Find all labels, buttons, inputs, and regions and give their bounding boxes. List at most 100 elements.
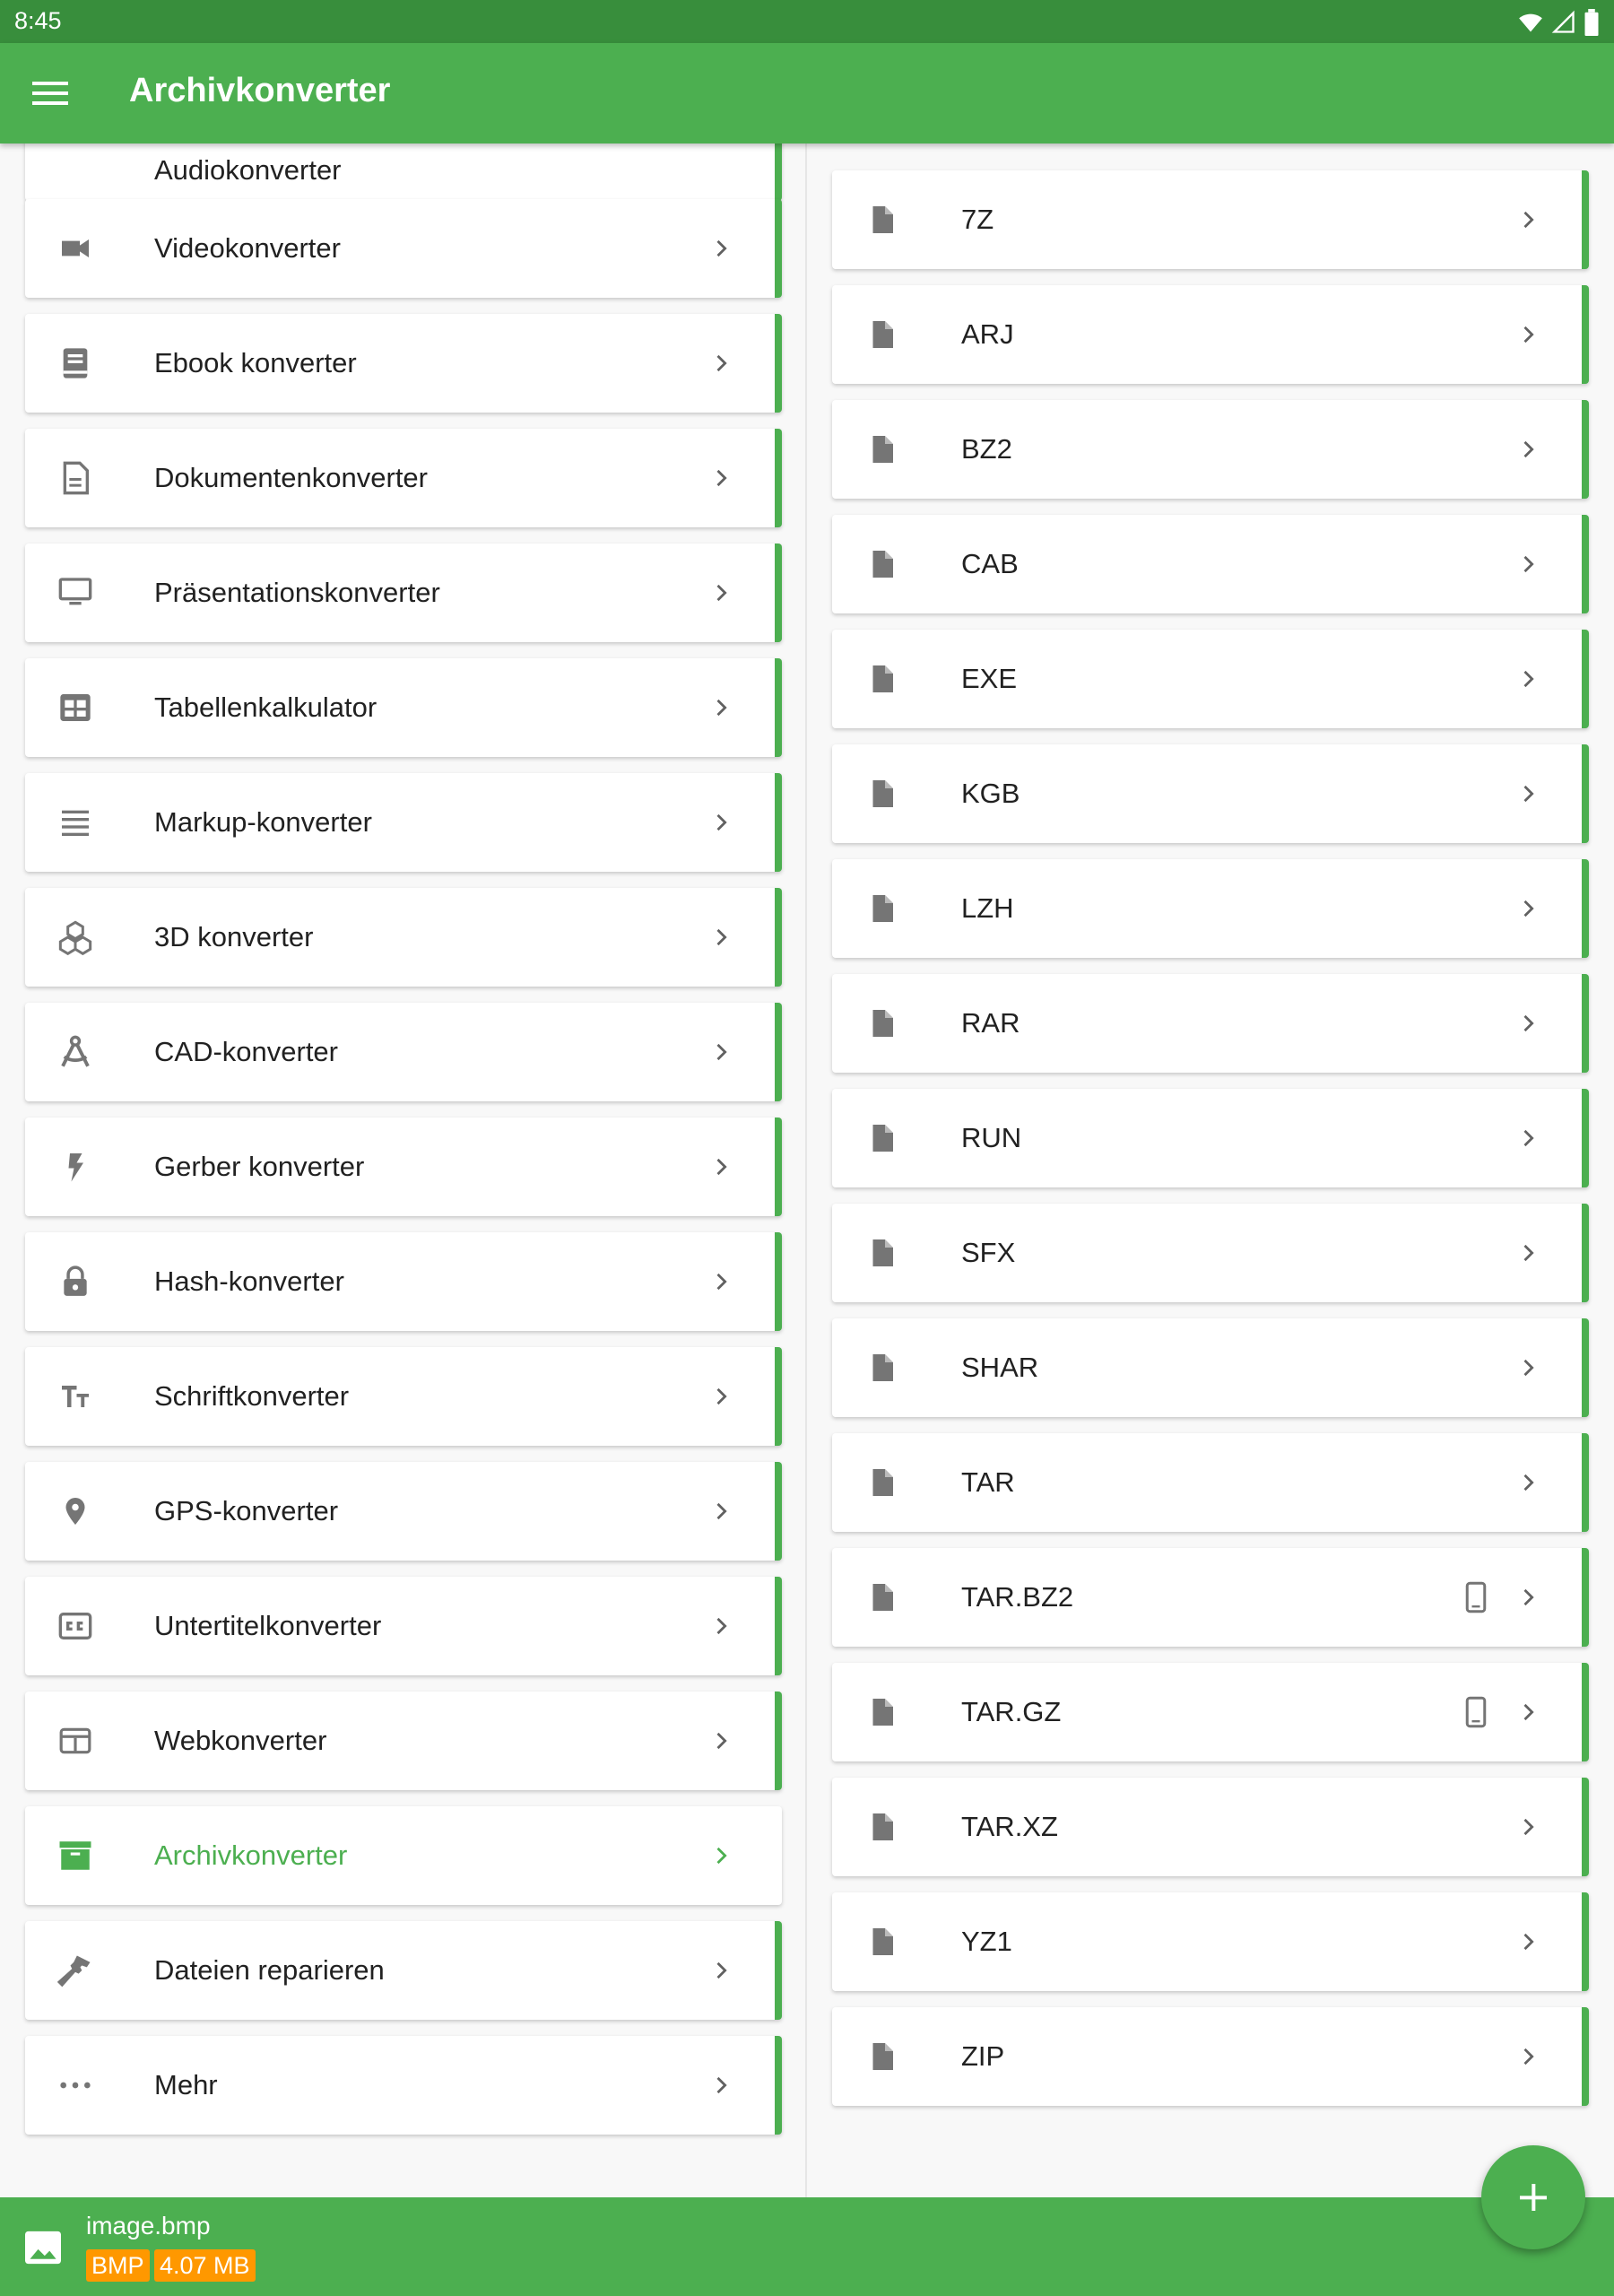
category-item-schrift[interactable]: Schriftkonverter — [25, 1347, 782, 1446]
chevron-right-icon — [1512, 1466, 1544, 1499]
cubes-icon — [54, 916, 97, 959]
file-icon — [861, 1117, 904, 1160]
format-item-tar-xz[interactable]: TAR.XZ — [832, 1778, 1589, 1876]
format-item-zip[interactable]: ZIP — [832, 2007, 1589, 2106]
monitor-icon — [54, 571, 97, 614]
document-icon — [54, 457, 97, 500]
category-label: Archivkonverter — [154, 1839, 348, 1871]
file-icon — [861, 428, 904, 471]
category-item-videokonverter[interactable]: Videokonverter — [25, 199, 782, 298]
format-label: BZ2 — [961, 433, 1012, 465]
format-label: EXE — [961, 663, 1018, 694]
category-item-reparieren[interactable]: Dateien reparieren — [25, 1921, 782, 2020]
format-label: CAB — [961, 548, 1019, 579]
category-item-dokument[interactable]: Dokumentenkonverter — [25, 429, 782, 527]
chevron-right-icon — [1512, 2040, 1544, 2073]
category-item-tabellen[interactable]: Tabellenkalkulator — [25, 658, 782, 757]
chevron-right-icon — [705, 462, 737, 494]
category-label: 3D konverter — [154, 921, 314, 952]
category-item-praesentation[interactable]: Präsentationskonverter — [25, 544, 782, 642]
file-icon — [861, 543, 904, 586]
category-label: CAD-konverter — [154, 1036, 338, 1067]
format-item-arj[interactable]: ARJ — [832, 285, 1589, 384]
selected-file-bar[interactable]: image.bmp BMP 4.07 MB — [0, 2197, 1614, 2296]
format-item-7z[interactable]: 7Z — [832, 170, 1589, 269]
category-label: Audiokonverter — [154, 154, 342, 186]
chevron-right-icon — [705, 921, 737, 953]
format-item-sfx[interactable]: SFX — [832, 1204, 1589, 1302]
category-item-3d[interactable]: 3D konverter — [25, 888, 782, 987]
category-item-cad[interactable]: CAD-konverter — [25, 1003, 782, 1101]
format-item-kgb[interactable]: KGB — [832, 744, 1589, 843]
hamburger-menu-icon — [32, 82, 68, 105]
file-icon — [861, 1002, 904, 1045]
format-label: TAR — [961, 1466, 1015, 1498]
format-label: TAR.XZ — [961, 1811, 1058, 1842]
status-time: 8:45 — [14, 7, 62, 34]
category-item-ebook[interactable]: Ebook konverter — [25, 314, 782, 413]
format-item-tar-gz[interactable]: TAR.GZ — [832, 1663, 1589, 1761]
battery-icon — [1584, 9, 1599, 36]
chevron-right-icon — [705, 577, 737, 609]
category-item-hash[interactable]: Hash-konverter — [25, 1232, 782, 1331]
format-item-shar[interactable]: SHAR — [832, 1318, 1589, 1417]
format-item-tar[interactable]: TAR — [832, 1433, 1589, 1532]
add-file-button[interactable] — [1481, 2145, 1585, 2249]
table-icon — [54, 686, 97, 729]
category-label: Videokonverter — [154, 232, 341, 264]
category-item-web[interactable]: Webkonverter — [25, 1692, 782, 1790]
menu-button[interactable] — [25, 74, 75, 113]
format-item-tar-bz2[interactable]: TAR.BZ2 — [832, 1548, 1589, 1647]
format-item-exe[interactable]: EXE — [832, 630, 1589, 728]
file-icon — [861, 2035, 904, 2078]
lines-icon — [54, 801, 97, 844]
chevron-right-icon — [705, 806, 737, 839]
tablet-device-icon — [1458, 1579, 1494, 1615]
file-icon — [861, 1805, 904, 1848]
file-icon — [861, 198, 904, 241]
category-item-markup[interactable]: Markup-konverter — [25, 773, 782, 872]
format-item-cab[interactable]: CAB — [832, 515, 1589, 613]
format-label: ARJ — [961, 318, 1014, 350]
category-item-untertitel[interactable]: Untertitelkonverter — [25, 1577, 782, 1675]
page-title: Archivkonverter — [129, 72, 391, 109]
format-item-lzh[interactable]: LZH — [832, 859, 1589, 958]
format-item-bz2[interactable]: BZ2 — [832, 400, 1589, 499]
file-icon — [861, 1691, 904, 1734]
chevron-right-icon — [1512, 778, 1544, 810]
category-item-gerber[interactable]: Gerber konverter — [25, 1118, 782, 1216]
format-item-rar[interactable]: RAR — [832, 974, 1589, 1073]
hammer-icon — [54, 1949, 97, 1992]
category-label: Hash-konverter — [154, 1265, 344, 1297]
chevron-right-icon — [1512, 318, 1544, 351]
chevron-right-icon — [1512, 1696, 1544, 1728]
book-icon — [54, 342, 97, 385]
chevron-right-icon — [705, 1725, 737, 1757]
format-label: SFX — [961, 1237, 1016, 1268]
format-label: 7Z — [961, 204, 994, 235]
compass-icon — [54, 1031, 97, 1074]
file-icon — [861, 887, 904, 930]
file-icon — [861, 1346, 904, 1389]
category-item-mehr[interactable]: Mehr — [25, 2036, 782, 2135]
format-item-run[interactable]: RUN — [832, 1089, 1589, 1187]
category-item-partial[interactable]: Audiokonverter — [25, 144, 782, 201]
format-item-yz1[interactable]: YZ1 — [832, 1892, 1589, 1991]
format-label: KGB — [961, 778, 1020, 809]
chevron-right-icon — [705, 347, 737, 379]
category-label: Untertitelkonverter — [154, 1610, 382, 1641]
category-label: Präsentationskonverter — [154, 577, 440, 608]
file-icon — [861, 313, 904, 356]
chevron-right-icon — [1512, 1122, 1544, 1154]
category-label: Mehr — [154, 2069, 218, 2100]
web-window-icon — [54, 1719, 97, 1762]
category-item-gps[interactable]: GPS-konverter — [25, 1462, 782, 1561]
chevron-right-icon — [1512, 663, 1544, 695]
file-icon — [861, 1231, 904, 1274]
category-item-archiv[interactable]: Archivkonverter — [25, 1806, 782, 1905]
format-label: LZH — [961, 892, 1014, 924]
chevron-right-icon — [1512, 1581, 1544, 1613]
chevron-right-icon — [1512, 548, 1544, 580]
format-label: YZ1 — [961, 1926, 1012, 1957]
file-icon — [861, 772, 904, 815]
